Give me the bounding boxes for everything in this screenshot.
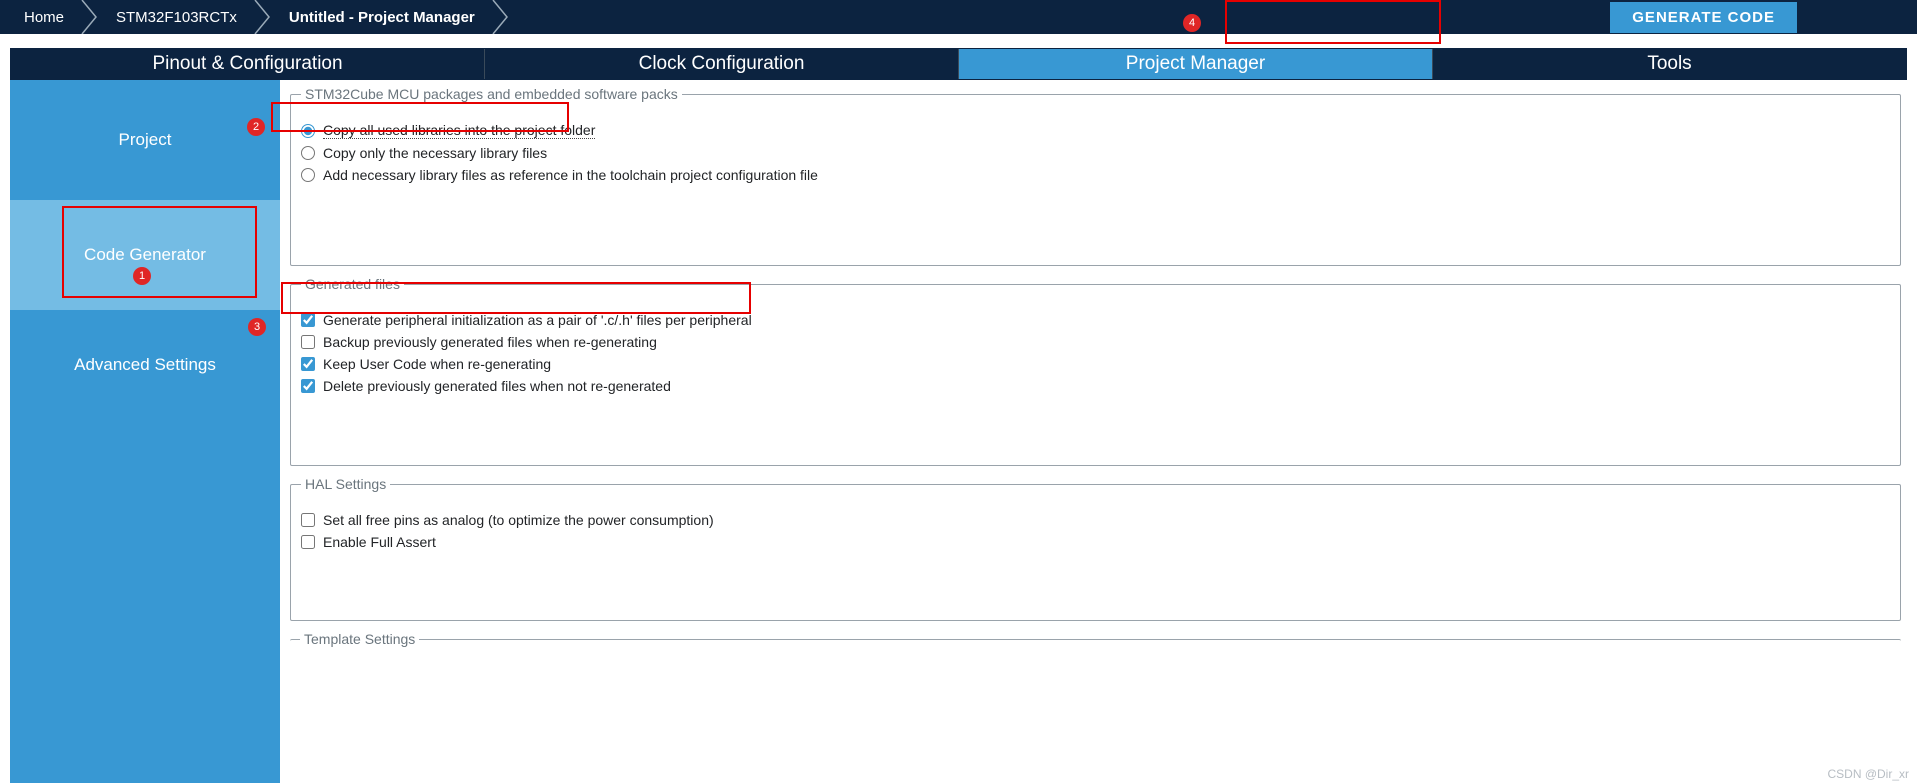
breadcrumb-project[interactable]: Untitled - Project Manager [259,0,497,34]
group-mcu-packages: STM32Cube MCU packages and embedded soft… [290,86,1901,266]
breadcrumb-project-label: Untitled - Project Manager [289,9,475,26]
radio-copy-all-label: Copy all used libraries into the project… [323,122,595,139]
chevron-right-icon [491,0,511,34]
check-pair-ch-label: Generate peripheral initialization as a … [323,312,752,328]
check-keep-user-label: Keep User Code when re-generating [323,356,551,372]
radio-add-reference-row[interactable]: Add necessary library files as reference… [301,167,1890,183]
check-free-pins-label: Set all free pins as analog (to optimize… [323,512,714,528]
check-pair-ch-row[interactable]: Generate peripheral initialization as a … [301,312,1890,328]
main-area: Project Code Generator Advanced Settings… [10,80,1907,783]
check-delete-prev-row[interactable]: Delete previously generated files when n… [301,378,1890,394]
generate-code-button[interactable]: GENERATE CODE [1610,2,1797,33]
breadcrumb-chip[interactable]: STM32F103RCTx [86,0,259,34]
tab-clock[interactable]: Clock Configuration [485,49,959,79]
group-template-settings: Template Settings [290,631,1901,675]
group-hal-legend: HAL Settings [301,476,390,492]
sidebar-filler [10,420,280,783]
group-hal-settings: HAL Settings Set all free pins as analog… [290,476,1901,621]
breadcrumb-home-label: Home [24,9,64,26]
radio-add-reference-label: Add necessary library files as reference… [323,167,818,183]
sidebar-code-generator[interactable]: Code Generator [10,200,280,310]
check-backup[interactable] [301,335,315,349]
check-free-pins[interactable] [301,513,315,527]
group-generated-files: Generated files Generate peripheral init… [290,276,1901,466]
check-keep-user[interactable] [301,357,315,371]
check-pair-ch[interactable] [301,313,315,327]
group-gen-legend: Generated files [301,276,404,292]
tab-project-manager[interactable]: Project Manager [959,49,1433,79]
sidebar-advanced-settings[interactable]: Advanced Settings [10,310,280,420]
check-delete-prev-label: Delete previously generated files when n… [323,378,671,394]
check-backup-label: Backup previously generated files when r… [323,334,657,350]
group-tpl-legend: Template Settings [300,631,419,647]
generate-code-wrap: GENERATE CODE [1610,0,1797,34]
check-backup-row[interactable]: Backup previously generated files when r… [301,334,1890,350]
radio-copy-all-row[interactable]: Copy all used libraries into the project… [301,122,1890,139]
breadcrumb-home[interactable]: Home [10,0,86,34]
radio-copy-necessary-row[interactable]: Copy only the necessary library files [301,145,1890,161]
check-full-assert-label: Enable Full Assert [323,534,436,550]
check-full-assert[interactable] [301,535,315,549]
tab-tools[interactable]: Tools [1433,49,1906,79]
breadcrumb-bar: Home STM32F103RCTx Untitled - Project Ma… [0,0,1917,34]
radio-add-reference[interactable] [301,168,315,182]
radio-copy-necessary-label: Copy only the necessary library files [323,145,547,161]
check-free-pins-row[interactable]: Set all free pins as analog (to optimize… [301,512,1890,528]
radio-copy-all[interactable] [301,124,315,138]
pm-sidebar: Project Code Generator Advanced Settings [10,80,280,783]
radio-copy-necessary[interactable] [301,146,315,160]
tab-pinout[interactable]: Pinout & Configuration [11,49,485,79]
check-keep-user-row[interactable]: Keep User Code when re-generating [301,356,1890,372]
group-mcu-legend: STM32Cube MCU packages and embedded soft… [301,86,682,102]
content-area: STM32Cube MCU packages and embedded soft… [280,80,1907,783]
watermark: CSDN @Dir_xr [1827,767,1909,781]
main-tabs: Pinout & Configuration Clock Configurati… [10,48,1907,80]
sidebar-project[interactable]: Project [10,80,280,200]
breadcrumb-chip-label: STM32F103RCTx [116,9,237,26]
check-full-assert-row[interactable]: Enable Full Assert [301,534,1890,550]
check-delete-prev[interactable] [301,379,315,393]
